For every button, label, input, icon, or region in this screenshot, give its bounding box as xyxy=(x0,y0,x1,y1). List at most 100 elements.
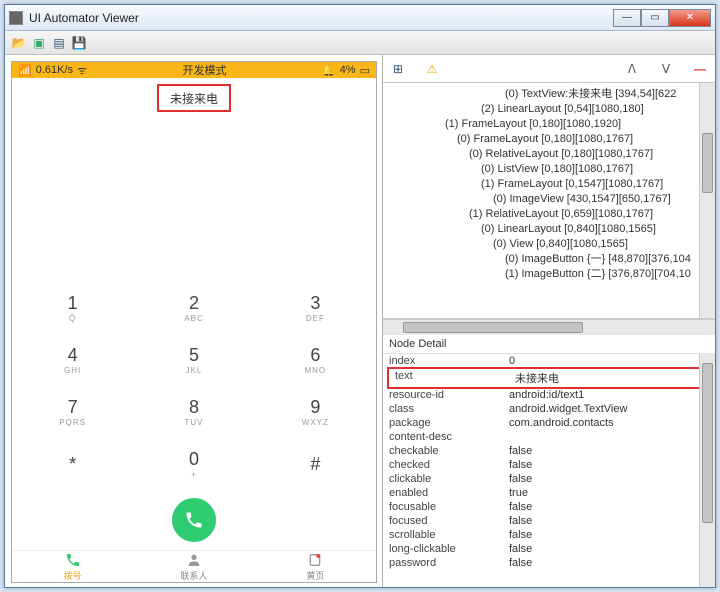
tree-node[interactable]: (1) FrameLayout [0,1547][1080,1767] xyxy=(385,177,713,192)
battery-label: 4% xyxy=(340,64,356,76)
property-value: false xyxy=(509,529,709,541)
dial-keypad: 1Q̊2ABC3DEF 4GHI5JKL6MNO 7PQRS8TUV9WXYZ *0+… xyxy=(12,282,376,490)
titlebar[interactable]: UI Automator Viewer — ▭ ✕ xyxy=(5,5,715,31)
nav-up-icon[interactable]: ᐱ xyxy=(623,62,641,76)
scrollbar-thumb[interactable] xyxy=(702,133,713,193)
save-icon[interactable]: 💾 xyxy=(71,35,87,51)
window-title: UI Automator Viewer xyxy=(29,11,613,25)
device-dump-icon[interactable]: ▤ xyxy=(51,35,67,51)
tree-node[interactable]: (1) FrameLayout [0,180][1080,1920] xyxy=(385,117,713,132)
tree-node[interactable]: (0) View [0,840][1080,1565] xyxy=(385,237,713,252)
tree-node[interactable]: (0) RelativeLayout [0,180][1080,1767] xyxy=(385,147,713,162)
tree-node[interactable]: (0) ImageButton {一} [48,870][376,104 xyxy=(385,252,713,267)
selected-tab-title[interactable]: 未接来电 xyxy=(157,84,231,112)
key-1[interactable]: 1Q̊ xyxy=(12,282,133,334)
nav-down-icon[interactable]: ᐯ xyxy=(657,62,675,76)
property-key: resource-id xyxy=(389,389,509,401)
hierarchy-tree[interactable]: (0) TextView:未接来电 [394,54][622(2) Linear… xyxy=(383,83,715,319)
warning-icon[interactable]: ⚠ xyxy=(423,62,441,76)
property-row[interactable]: focusablefalse xyxy=(383,500,715,514)
phone-icon xyxy=(184,510,204,530)
tree-node[interactable]: (0) LinearLayout [0,840][1080,1565] xyxy=(385,222,713,237)
scrollbar-thumb[interactable] xyxy=(702,363,713,523)
property-row[interactable]: resource-idandroid:id/text1 xyxy=(383,388,715,402)
key-4[interactable]: 4GHI xyxy=(12,334,133,386)
property-value: true xyxy=(509,487,709,499)
remove-icon[interactable]: — xyxy=(691,62,709,76)
property-key: clickable xyxy=(389,473,509,485)
node-detail-title: Node Detail xyxy=(383,335,715,354)
speed-label: 0.61K/s xyxy=(36,64,73,76)
key-0[interactable]: 0+ xyxy=(133,438,254,490)
property-row[interactable]: focusedfalse xyxy=(383,514,715,528)
close-button[interactable]: ✕ xyxy=(669,9,711,27)
tree-node[interactable]: (0) FrameLayout [0,180][1080,1767] xyxy=(385,132,713,147)
property-value: false xyxy=(509,543,709,555)
property-row[interactable]: passwordfalse xyxy=(383,556,715,570)
tree-node[interactable]: (0) TextView:未接来电 [394,54][622 xyxy=(385,87,713,102)
key-7[interactable]: 7PQRS xyxy=(12,386,133,438)
property-value: android:id/text1 xyxy=(509,389,709,401)
property-row[interactable]: index0 xyxy=(383,354,715,368)
property-row[interactable]: checkedfalse xyxy=(383,458,715,472)
key-*[interactable]: * xyxy=(12,438,133,490)
property-value: com.android.contacts xyxy=(509,417,709,429)
minimize-button[interactable]: — xyxy=(613,9,641,27)
open-icon[interactable]: 📂 xyxy=(11,35,27,51)
property-row[interactable]: content-desc xyxy=(383,430,715,444)
tab-contacts[interactable]: 联系人 xyxy=(133,551,254,582)
property-row[interactable]: enabledtrue xyxy=(383,486,715,500)
maximize-button[interactable]: ▭ xyxy=(641,9,669,27)
property-row[interactable]: packagecom.android.contacts xyxy=(383,416,715,430)
battery-icon: ▭ xyxy=(360,64,370,77)
wifi-icon: ᯤ xyxy=(77,63,87,78)
device-screenshot-icon[interactable]: ▣ xyxy=(31,35,47,51)
tree-rows: (0) TextView:未接来电 [394,54][622(2) Linear… xyxy=(385,87,713,282)
tree-vscrollbar[interactable] xyxy=(699,83,715,318)
node-detail-panel: Node Detail index0text未接来电resource-idand… xyxy=(383,335,715,587)
expand-icon[interactable]: ⊞ xyxy=(389,62,407,76)
scrollbar-thumb[interactable] xyxy=(403,322,583,333)
property-key: focusable xyxy=(389,501,509,513)
app-window: UI Automator Viewer — ▭ ✕ 📂 ▣ ▤ 💾 📶 0.61K… xyxy=(4,4,716,588)
property-row[interactable]: classandroid.widget.TextView xyxy=(383,402,715,416)
property-row[interactable]: clickablefalse xyxy=(383,472,715,486)
key-5[interactable]: 5JKL xyxy=(133,334,254,386)
yellowpages-icon xyxy=(307,552,323,568)
status-center: 开发模式 xyxy=(87,62,322,78)
dial-icon xyxy=(65,552,81,568)
tab-dial[interactable]: 拨号 xyxy=(12,551,133,582)
tab-dial-label: 拨号 xyxy=(64,569,82,582)
key-#[interactable]: # xyxy=(255,438,376,490)
call-button[interactable] xyxy=(172,498,216,542)
property-key: content-desc xyxy=(389,431,509,443)
right-panel: ⊞ ⚠ ᐱ ᐯ — (0) TextView:未接来电 [394,54][622… xyxy=(383,55,715,587)
property-key: text xyxy=(395,370,515,386)
screen-body: 1Q̊2ABC3DEF 4GHI5JKL6MNO 7PQRS8TUV9WXYZ *0+… xyxy=(12,112,376,550)
key-6[interactable]: 6MNO xyxy=(255,334,376,386)
property-key: class xyxy=(389,403,509,415)
tree-node[interactable]: (1) ImageButton {二} [376,870][704,10 xyxy=(385,267,713,282)
key-2[interactable]: 2ABC xyxy=(133,282,254,334)
tree-node[interactable]: (0) ListView [0,180][1080,1767] xyxy=(385,162,713,177)
tab-yellowpages-label: 黄页 xyxy=(306,569,324,582)
property-row[interactable]: checkablefalse xyxy=(383,444,715,458)
key-9[interactable]: 9WXYZ xyxy=(255,386,376,438)
property-row[interactable]: scrollablefalse xyxy=(383,528,715,542)
tree-node[interactable]: (1) RelativeLayout [0,659][1080,1767] xyxy=(385,207,713,222)
property-row[interactable]: long-clickablefalse xyxy=(383,542,715,556)
signal-icon: 📶 xyxy=(18,64,32,77)
device-frame: 📶0.61K/sᯤ 开发模式 🔔4%▭ 未接来电 1Q̊2ABC3DEF4GHI… xyxy=(11,61,377,583)
property-key: package xyxy=(389,417,509,429)
tab-yellowpages[interactable]: 黄页 xyxy=(255,551,376,582)
key-3[interactable]: 3DEF xyxy=(255,282,376,334)
property-value: false xyxy=(509,459,709,471)
property-value: 未接来电 xyxy=(515,370,703,386)
property-row[interactable]: text未接来电 xyxy=(387,367,711,389)
tree-hscrollbar[interactable] xyxy=(383,319,715,335)
detail-vscrollbar[interactable] xyxy=(699,353,715,587)
key-8[interactable]: 8TUV xyxy=(133,386,254,438)
tree-node[interactable]: (0) ImageView [430,1547][650,1767] xyxy=(385,192,713,207)
property-value: false xyxy=(509,473,709,485)
tree-node[interactable]: (2) LinearLayout [0,54][1080,180] xyxy=(385,102,713,117)
